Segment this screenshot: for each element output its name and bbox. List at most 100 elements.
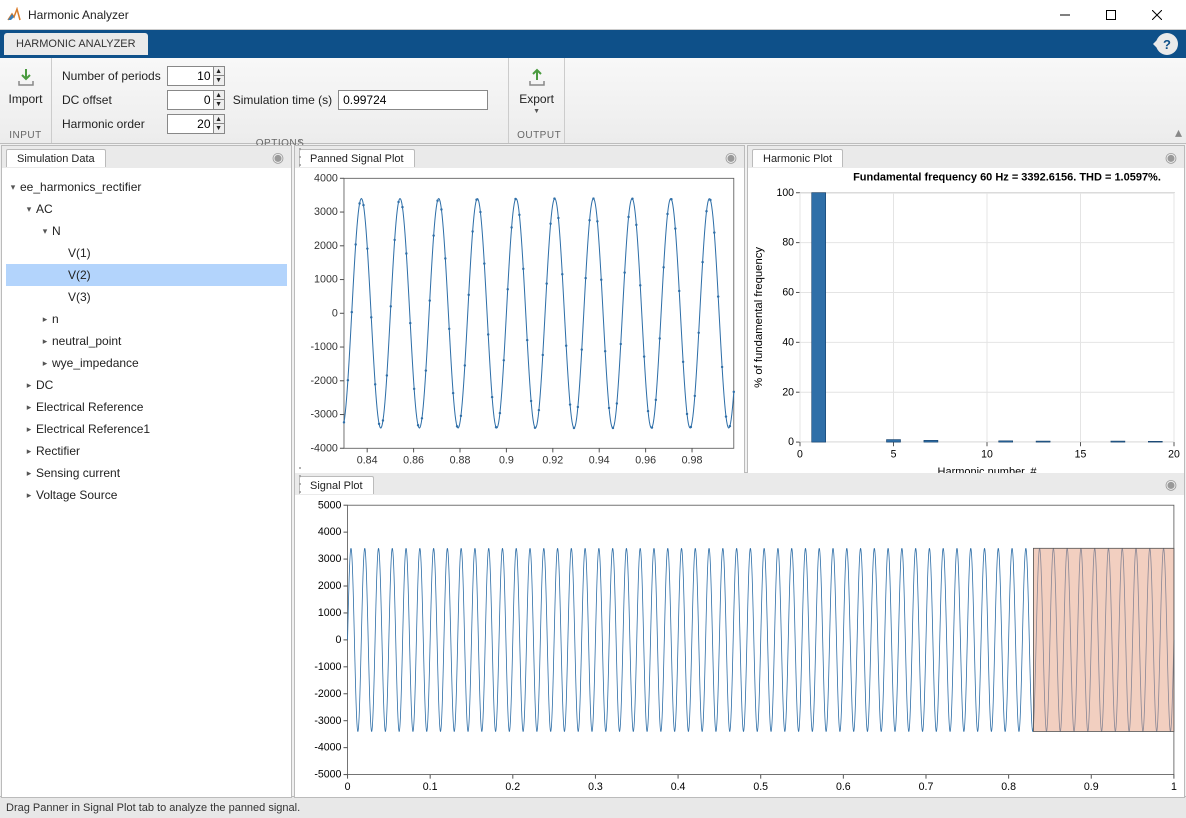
svg-text:0.2: 0.2 bbox=[505, 781, 520, 793]
horder-label: Harmonic order bbox=[62, 117, 161, 131]
dcoffset-label: DC offset bbox=[62, 93, 161, 107]
panel-menu-icon[interactable]: ◉ bbox=[1164, 150, 1178, 164]
periods-spinner[interactable]: ▲▼ bbox=[167, 66, 225, 86]
export-dropdown-icon: ▼ bbox=[533, 108, 540, 115]
svg-text:4000: 4000 bbox=[314, 172, 338, 184]
svg-text:-4000: -4000 bbox=[310, 442, 337, 454]
tree-v1[interactable]: V(1) bbox=[6, 242, 287, 264]
signal-plot-panel: Signal Plot ◉ -5000-4000-3000-2000-10000… bbox=[294, 472, 1185, 798]
section-label-output: OUTPUT bbox=[517, 130, 556, 143]
tab-harmonic-analyzer[interactable]: HARMONIC ANALYZER bbox=[4, 33, 148, 55]
svg-text:15: 15 bbox=[1075, 448, 1087, 460]
svg-text:-3000: -3000 bbox=[314, 715, 341, 727]
horder-spinner[interactable]: ▲▼ bbox=[167, 114, 225, 134]
tree-dc[interactable]: ▸DC bbox=[6, 374, 287, 396]
tree-v3[interactable]: V(3) bbox=[6, 286, 287, 308]
tree-er[interactable]: ▸Electrical Reference bbox=[6, 396, 287, 418]
svg-text:0.9: 0.9 bbox=[1084, 781, 1099, 793]
simulation-data-panel: Simulation Data ◉ ▾ee_harmonics_rectifie… bbox=[1, 145, 292, 798]
svg-text:-4000: -4000 bbox=[314, 742, 341, 754]
toolstrip-tabbar: HARMONIC ANALYZER ? bbox=[0, 30, 1186, 58]
svg-text:1000: 1000 bbox=[318, 607, 342, 619]
minimize-button[interactable] bbox=[1042, 0, 1088, 30]
tree-ac[interactable]: ▾AC bbox=[6, 198, 287, 220]
import-icon bbox=[14, 66, 38, 90]
tree-root[interactable]: ▾ee_harmonics_rectifier bbox=[6, 176, 287, 198]
panel-menu-icon[interactable]: ◉ bbox=[724, 150, 738, 164]
svg-text:-2000: -2000 bbox=[314, 688, 341, 700]
signal-chart[interactable]: -5000-4000-3000-2000-1000010002000300040… bbox=[295, 495, 1184, 797]
svg-text:Fundamental frequency 60 Hz =: Fundamental frequency 60 Hz = 3392.6156.… bbox=[853, 171, 1161, 183]
horder-down[interactable]: ▼ bbox=[214, 124, 224, 133]
svg-text:0: 0 bbox=[345, 781, 351, 793]
svg-text:0.7: 0.7 bbox=[919, 781, 934, 793]
simtime-input[interactable] bbox=[338, 90, 488, 110]
periods-down[interactable]: ▼ bbox=[214, 76, 224, 85]
svg-text:1000: 1000 bbox=[314, 274, 338, 286]
tree-v2[interactable]: V(2) bbox=[6, 264, 287, 286]
status-text: Drag Panner in Signal Plot tab to analyz… bbox=[6, 802, 300, 814]
svg-text:-2000: -2000 bbox=[310, 375, 337, 387]
panned-plot-panel: Panned Signal Plot ◉ -4000-3000-2000-100… bbox=[294, 145, 745, 478]
tree-volt[interactable]: ▸Voltage Source bbox=[6, 484, 287, 506]
svg-text:0.6: 0.6 bbox=[836, 781, 851, 793]
dcoffset-down[interactable]: ▼ bbox=[214, 100, 224, 109]
harmonic-chart[interactable]: Fundamental frequency 60 Hz = 3392.6156.… bbox=[748, 168, 1184, 477]
tree-N[interactable]: ▾N bbox=[6, 220, 287, 242]
tree-er1[interactable]: ▸Electrical Reference1 bbox=[6, 418, 287, 440]
svg-text:20: 20 bbox=[782, 386, 794, 398]
panel-menu-icon[interactable]: ◉ bbox=[271, 150, 285, 164]
tree-sens[interactable]: ▸Sensing current bbox=[6, 462, 287, 484]
maximize-button[interactable] bbox=[1088, 0, 1134, 30]
svg-text:10: 10 bbox=[981, 448, 993, 460]
svg-text:40: 40 bbox=[782, 336, 794, 348]
svg-text:0: 0 bbox=[788, 436, 794, 448]
dcoffset-spinner[interactable]: ▲▼ bbox=[167, 90, 225, 110]
harmonic-plot-panel: Harmonic Plot ◉ Fundamental frequency 60… bbox=[747, 145, 1185, 478]
signal-tree[interactable]: ▾ee_harmonics_rectifier ▾AC ▾N V(1) V(2)… bbox=[2, 168, 291, 514]
simtime-label: Simulation time (s) bbox=[233, 93, 332, 107]
periods-input[interactable] bbox=[168, 69, 213, 83]
help-button[interactable]: ? bbox=[1156, 33, 1178, 55]
panned-signal-chart[interactable]: -4000-3000-2000-1000010002000300040000.8… bbox=[295, 168, 744, 477]
svg-text:20: 20 bbox=[1168, 448, 1180, 460]
horder-up[interactable]: ▲ bbox=[214, 115, 224, 124]
svg-text:0.84: 0.84 bbox=[357, 455, 378, 467]
svg-text:0.94: 0.94 bbox=[589, 455, 610, 467]
tree-n-lower[interactable]: ▸n bbox=[6, 308, 287, 330]
dcoffset-up[interactable]: ▲ bbox=[214, 91, 224, 100]
svg-text:3000: 3000 bbox=[314, 206, 338, 218]
svg-text:100: 100 bbox=[776, 187, 794, 199]
dcoffset-input[interactable] bbox=[168, 93, 213, 107]
svg-text:4000: 4000 bbox=[318, 526, 342, 538]
svg-text:0.98: 0.98 bbox=[682, 455, 703, 467]
svg-text:-1000: -1000 bbox=[310, 341, 337, 353]
export-button[interactable]: Export ▼ bbox=[517, 62, 556, 119]
svg-text:-5000: -5000 bbox=[314, 769, 341, 781]
tree-wye[interactable]: ▸wye_impedance bbox=[6, 352, 287, 374]
svg-text:0.9: 0.9 bbox=[499, 455, 514, 467]
harmonic-plot-tab[interactable]: Harmonic Plot bbox=[752, 149, 843, 167]
toolstrip: Import INPUT Number of periods ▲▼ DC off… bbox=[0, 58, 1186, 144]
svg-text:0.5: 0.5 bbox=[753, 781, 768, 793]
tree-neutral[interactable]: ▸neutral_point bbox=[6, 330, 287, 352]
svg-text:0.3: 0.3 bbox=[588, 781, 603, 793]
close-button[interactable] bbox=[1134, 0, 1180, 30]
import-button[interactable]: Import bbox=[8, 62, 43, 110]
panned-plot-tab[interactable]: Panned Signal Plot bbox=[299, 149, 415, 167]
svg-text:0.1: 0.1 bbox=[423, 781, 438, 793]
panel-menu-icon[interactable]: ◉ bbox=[1164, 477, 1178, 491]
collapse-toolstrip-icon[interactable]: ▴ bbox=[1175, 124, 1182, 141]
svg-text:3000: 3000 bbox=[318, 553, 342, 565]
section-label-input: INPUT bbox=[8, 130, 43, 143]
tree-rect[interactable]: ▸Rectifier bbox=[6, 440, 287, 462]
signal-plot-tab[interactable]: Signal Plot bbox=[299, 476, 374, 494]
svg-text:0.92: 0.92 bbox=[542, 455, 563, 467]
svg-text:0: 0 bbox=[332, 307, 338, 319]
simulation-data-tab[interactable]: Simulation Data bbox=[6, 149, 106, 167]
svg-text:2000: 2000 bbox=[318, 580, 342, 592]
svg-text:0: 0 bbox=[797, 448, 803, 460]
periods-up[interactable]: ▲ bbox=[214, 67, 224, 76]
horder-input[interactable] bbox=[168, 117, 213, 131]
svg-text:0.86: 0.86 bbox=[403, 455, 424, 467]
